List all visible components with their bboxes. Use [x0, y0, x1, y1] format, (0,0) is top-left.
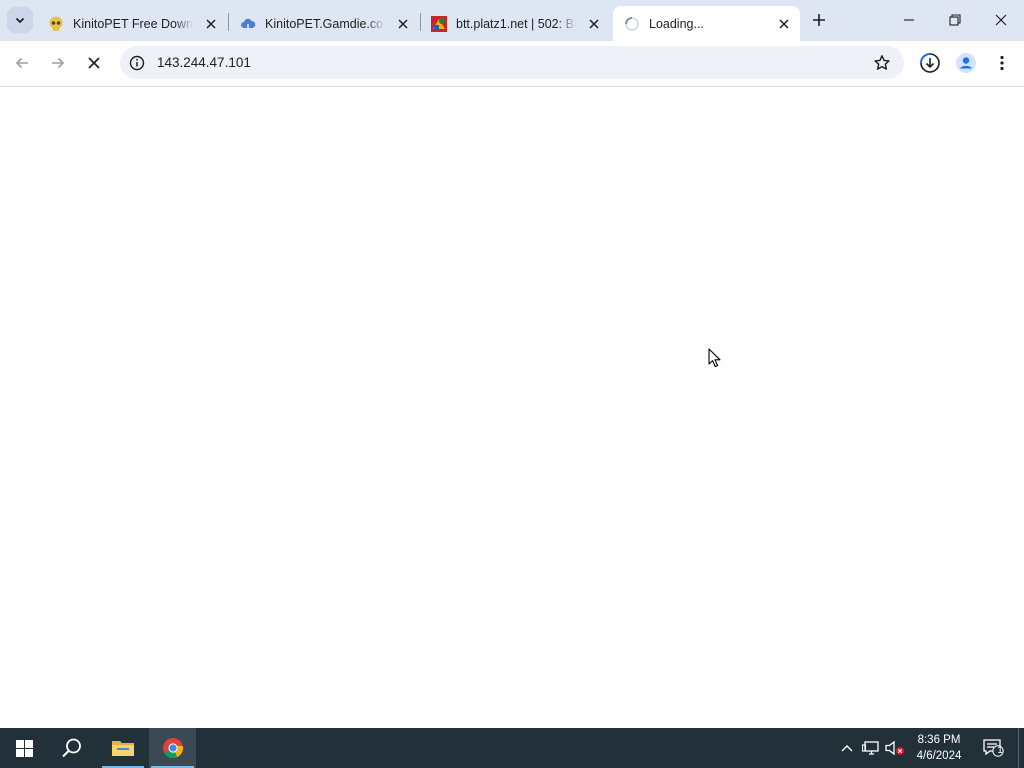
close-window-button[interactable] — [978, 0, 1024, 40]
restore-button[interactable] — [932, 0, 978, 40]
chevron-up-icon — [841, 745, 853, 752]
taskbar-file-explorer[interactable] — [100, 728, 146, 768]
back-icon — [15, 57, 28, 69]
action-center-button[interactable]: 1 — [982, 738, 1006, 758]
tab-close-icon[interactable] — [393, 14, 413, 34]
profile-button[interactable] — [952, 49, 980, 77]
volume-button[interactable] — [885, 738, 905, 758]
new-tab-button[interactable] — [807, 8, 831, 32]
colorful-favicon-icon — [431, 15, 447, 32]
show-desktop-button[interactable] — [1018, 728, 1024, 768]
tab-close-icon[interactable] — [774, 14, 794, 34]
address-bar[interactable] — [120, 46, 904, 79]
network-status-button[interactable] — [861, 738, 881, 758]
browser-menu-button[interactable] — [988, 49, 1016, 77]
tab-title: KinitoPET Free Download — [73, 16, 193, 31]
page-content[interactable] — [0, 87, 1024, 728]
stop-loading-button[interactable] — [80, 49, 108, 77]
minimize-button[interactable] — [886, 0, 932, 40]
clock-date: 4/6/2024 — [916, 750, 962, 762]
stop-icon — [88, 57, 100, 69]
skull-favicon-icon — [48, 16, 64, 32]
network-icon — [862, 741, 879, 755]
taskbar-search-button[interactable] — [48, 728, 96, 768]
tab-kinitopet-gamdie[interactable]: KinitoPET.Gamdie.com — [229, 6, 419, 41]
tab-title: Loading... — [649, 16, 704, 31]
taskbar: 8:36 PM 4/6/2024 1 — [0, 728, 1024, 768]
chevron-down-icon — [15, 17, 25, 24]
forward-icon — [52, 57, 65, 69]
loading-spinner-icon — [624, 16, 640, 32]
windows-start-icon — [15, 739, 33, 757]
cloud-favicon-icon — [240, 16, 256, 32]
search-icon — [62, 738, 81, 758]
close-icon — [995, 14, 1007, 26]
tab-btt-platz1[interactable]: btt.platz1.net | 502: Bad Gateway — [420, 6, 610, 41]
mouse-cursor-icon — [708, 348, 721, 368]
browser-toolbar — [0, 41, 1024, 87]
back-button[interactable] — [8, 49, 36, 77]
download-icon — [920, 53, 940, 73]
tab-title: KinitoPET.Gamdie.com — [265, 16, 385, 31]
start-button[interactable] — [0, 728, 48, 768]
volume-muted-icon — [885, 740, 904, 756]
notification-count-badge: 1 — [997, 745, 1003, 756]
tab-strip: KinitoPET Free Download KinitoPET.Gamdie… — [0, 0, 1024, 41]
minimize-icon — [904, 19, 914, 21]
plus-icon — [813, 14, 825, 26]
taskbar-chrome[interactable] — [149, 728, 196, 768]
restore-icon — [949, 14, 961, 26]
tab-search-button[interactable] — [7, 7, 33, 33]
file-explorer-icon — [112, 741, 134, 756]
tray-overflow-button[interactable] — [837, 738, 857, 758]
clock-time: 8:36 PM — [917, 734, 961, 746]
chrome-icon — [162, 738, 183, 759]
tab-close-icon[interactable] — [201, 14, 221, 34]
tab-title: btt.platz1.net | 502: Bad Gateway — [456, 16, 576, 31]
tab-loading[interactable]: Loading... — [613, 6, 800, 41]
downloads-button[interactable] — [916, 49, 944, 77]
tab-close-icon[interactable] — [584, 14, 604, 34]
forward-button[interactable] — [44, 49, 72, 77]
bookmark-star-icon[interactable] — [872, 53, 892, 73]
site-info-icon[interactable] — [128, 54, 146, 72]
profile-icon — [956, 53, 976, 73]
url-input[interactable] — [157, 55, 757, 70]
taskbar-clock[interactable]: 8:36 PM 4/6/2024 — [906, 732, 972, 764]
tab-kinitopet-download[interactable]: KinitoPET Free Download — [37, 6, 227, 41]
menu-icon — [1000, 55, 1004, 71]
